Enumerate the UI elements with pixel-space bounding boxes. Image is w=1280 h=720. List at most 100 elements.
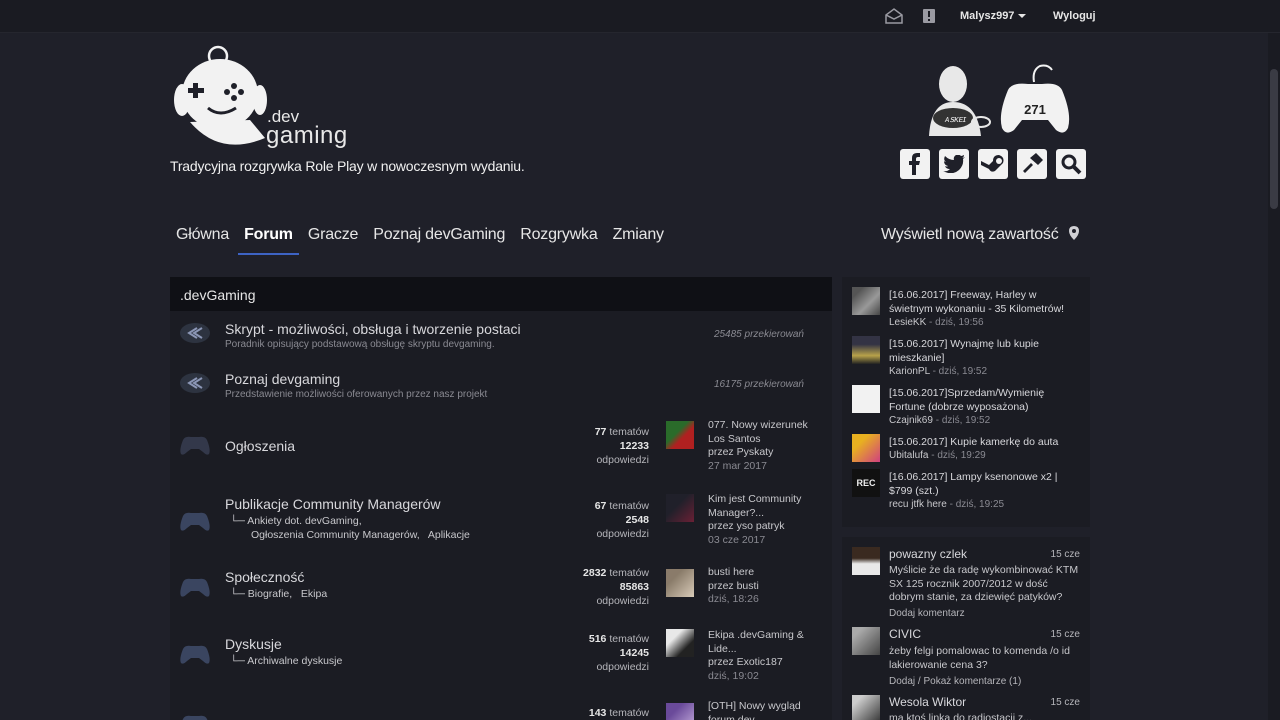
forum-row[interactable]: Publikacje Community Managerów └─ Ankiet…	[170, 487, 832, 557]
nav-forum[interactable]: Forum	[238, 226, 299, 255]
last-post-title[interactable]: Ekipa .devGaming & Lide...	[708, 629, 826, 656]
search-icon[interactable]	[1056, 149, 1086, 179]
forum-title[interactable]: Poznaj devgaming	[225, 371, 340, 387]
hammer-icon[interactable]	[1017, 149, 1047, 179]
nav-changes[interactable]: Zmiany	[613, 226, 664, 255]
forum-title[interactable]: Publikacje Community Managerów	[225, 496, 441, 512]
gamepad-forum-icon	[182, 715, 208, 720]
recent-topic-time: dziś, 19:56	[935, 317, 984, 328]
forum-row[interactable]: Skrypt - możliwości, obsługa i tworzenie…	[170, 317, 832, 365]
comment-avatar[interactable]	[852, 695, 880, 720]
forum-title[interactable]: Dyskusje	[225, 636, 282, 652]
last-post: 077. Nowy wizerunek Los Santos przez Pys…	[708, 419, 826, 473]
new-content-link[interactable]: Wyświetl nową zawartość	[881, 226, 1059, 244]
recent-topic-user[interactable]: LesieKK	[889, 317, 926, 328]
forum-panel: .devGaming Skrypt - możliwości, obsługa …	[170, 277, 832, 720]
nav-gameplay[interactable]: Rozgrywka	[520, 226, 598, 255]
pin-icon[interactable]	[1069, 226, 1079, 240]
add-comment-link[interactable]: Dodaj komentarz	[889, 608, 965, 619]
user-avatar[interactable]: ᴀꜱᴋᴇɪ	[925, 62, 991, 136]
show-comments-link[interactable]: Dodaj / Pokaż komentarze (1)	[889, 676, 1021, 687]
forum-row[interactable]: Poznaj devgaming Przedstawienie możliwoś…	[170, 367, 832, 415]
main-nav: Główna Forum Gracze Poznaj devGaming Roz…	[176, 226, 679, 255]
last-post-date: dziś, 19:02	[708, 669, 759, 682]
nav-players[interactable]: Gracze	[308, 226, 359, 255]
scrollbar-thumb[interactable]	[1270, 69, 1278, 209]
comment-avatar[interactable]	[852, 547, 880, 575]
last-post-avatar[interactable]	[666, 569, 694, 597]
last-post-author[interactable]: przez busti	[708, 580, 826, 594]
subforum-link[interactable]: Archiwalne dyskusje	[247, 655, 342, 667]
recent-topic-title[interactable]: [15.06.2017] Kupie kamerkę do auta	[889, 435, 1079, 449]
comment-author[interactable]: CIVIC	[889, 627, 921, 641]
recent-topic-user[interactable]: KarionPL	[889, 366, 930, 377]
nav-home[interactable]: Główna	[176, 226, 229, 255]
status-updates-panel: powazny czlek 15 cze Myślicie że da radę…	[842, 537, 1090, 720]
last-post-avatar[interactable]	[666, 629, 694, 657]
recent-topic-title[interactable]: [16.06.2017] Lampy ksenonowe x2 | $799 (…	[889, 470, 1079, 498]
topic-label: tematów	[609, 500, 649, 512]
subforum-link[interactable]: Ankiety dot. devGaming,	[247, 515, 361, 527]
topic-thumb[interactable]	[852, 385, 880, 413]
forum-title[interactable]: Ogłoszenia	[225, 438, 295, 454]
tagline: Tradycyjna rozgrywka Role Play w nowocze…	[170, 158, 525, 174]
twitter-icon[interactable]	[939, 149, 969, 179]
forum-row[interactable]: Dyskusje └─ Archiwalne dyskusje 516 tema…	[170, 629, 832, 693]
subforum-list: └─ Biografie, Ekipa	[230, 588, 328, 600]
subforum-link[interactable]: Ekipa	[301, 588, 327, 600]
recent-topic-title[interactable]: [16.06.2017] Freeway, Harley w świetnym …	[889, 288, 1079, 316]
topic-count: 516	[588, 633, 607, 645]
forum-stats: 67 tematów 2548 odpowiedzi	[595, 499, 649, 541]
last-post-author[interactable]: przez yso patryk	[708, 520, 826, 534]
forum-description: Przedstawienie możliwości oferowanych pr…	[225, 389, 488, 400]
comment-date: 15 cze	[1050, 697, 1080, 708]
recent-topic-user[interactable]: Ubitalufa	[889, 450, 928, 461]
last-post-title[interactable]: 077. Nowy wizerunek Los Santos	[708, 419, 826, 446]
steam-icon[interactable]	[978, 149, 1008, 179]
topic-thumb[interactable]	[852, 287, 880, 315]
notification-icon[interactable]	[922, 8, 936, 24]
subforum-link[interactable]: Biografie,	[248, 588, 292, 600]
reply-label: odpowiedzi	[596, 454, 649, 466]
recent-topic-title[interactable]: [15.06.2017]Sprzedam/Wymienię Fortune (d…	[889, 386, 1079, 414]
inbox-icon[interactable]	[885, 8, 903, 24]
last-post-avatar[interactable]	[666, 421, 694, 449]
subforum-link[interactable]: Aplikacje	[428, 529, 470, 541]
forum-row[interactable]: Ogłoszenia 77 tematów 12233 odpowiedzi 0…	[170, 417, 832, 477]
comment-author[interactable]: powazny czlek	[889, 547, 967, 561]
forum-stats: 143 tematów	[589, 706, 649, 720]
subforum-link[interactable]: Ogłoszenia Community Managerów,	[251, 529, 420, 541]
topic-thumb[interactable]	[852, 336, 880, 364]
user-menu[interactable]: Malysz997	[960, 10, 1027, 22]
recent-topic-title[interactable]: [15.06.2017] Wynajmę lub kupie mieszkani…	[889, 337, 1079, 365]
scrollbar[interactable]	[1268, 33, 1280, 720]
last-post-title[interactable]: Kim jest Community Manager?...	[708, 493, 826, 520]
forum-title[interactable]: Skrypt - możliwości, obsługa i tworzenie…	[225, 321, 521, 337]
last-post-avatar[interactable]	[666, 494, 694, 522]
last-post-author[interactable]: przez Exotic187	[708, 656, 826, 670]
forum-row[interactable]: 143 tematów [OTH] Nowy wygląd forum dev.…	[170, 699, 832, 720]
last-post-title[interactable]: busti here	[708, 566, 826, 580]
recent-topic-user[interactable]: recu jtfk here	[889, 499, 947, 510]
reply-count: 85863	[619, 581, 649, 593]
nav-about[interactable]: Poznaj devGaming	[373, 226, 505, 255]
last-post-author[interactable]: przez Pyskaty	[708, 446, 826, 460]
facebook-icon[interactable]	[900, 149, 930, 179]
last-post-title[interactable]: [OTH] Nowy wygląd forum dev...	[708, 700, 826, 720]
topic-thumb[interactable]: REC	[852, 469, 880, 497]
comment-avatar[interactable]	[852, 627, 880, 655]
reply-count: 12233	[619, 440, 649, 452]
recent-topic-time: dziś, 19:29	[937, 450, 986, 461]
forum-row[interactable]: Społeczność └─ Biografie, Ekipa 2832 tem…	[170, 565, 832, 625]
comment-author[interactable]: Wesola Wiktor	[889, 695, 966, 709]
forum-stats: 2832 tematów 85863 odpowiedzi	[583, 566, 649, 608]
recent-topic-user[interactable]: Czajnik69	[889, 415, 933, 426]
username: Malysz997	[960, 10, 1015, 22]
topic-thumb[interactable]	[852, 434, 880, 462]
logout-link[interactable]: Wyloguj	[1053, 10, 1096, 22]
last-post-avatar[interactable]	[666, 703, 694, 720]
logo-text-gaming: gaming	[266, 122, 348, 149]
topic-count: 77	[594, 426, 607, 438]
category-title[interactable]: .devGaming	[170, 277, 832, 311]
forum-title[interactable]: Społeczność	[225, 569, 304, 585]
